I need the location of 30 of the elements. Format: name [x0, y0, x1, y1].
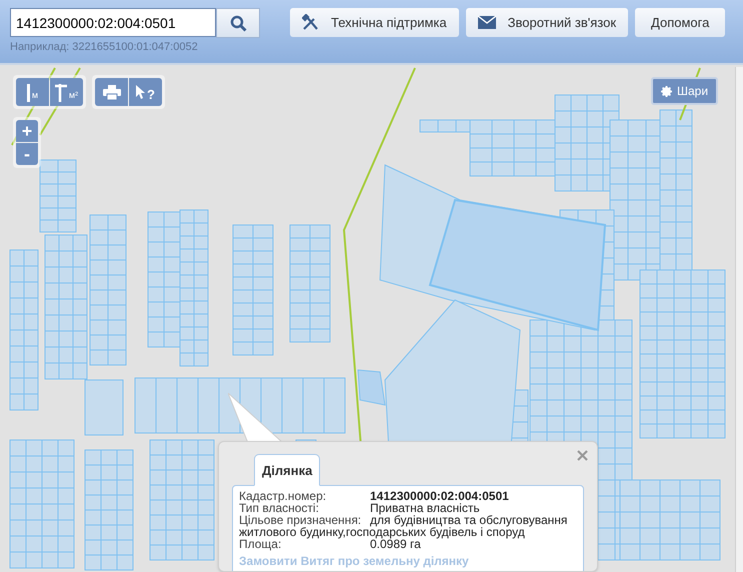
search-button[interactable] — [216, 8, 260, 38]
area-button[interactable]: м² — [50, 78, 83, 106]
search-field[interactable]: 1412300000:02:004:0501 — [10, 8, 216, 37]
zoom-out-button[interactable]: - — [16, 143, 38, 165]
envelope-icon — [478, 16, 496, 29]
field-row-text: Кадастр.номер: 1412300000:02:004:0501 — [239, 490, 510, 502]
extract-order-link[interactable]: Замовити Витяг про земельну ділянку — [239, 554, 577, 568]
popup-tab[interactable]: Ділянка — [254, 454, 320, 486]
distance-button[interactable]: м — [16, 78, 49, 106]
field-row-text: Тип власності: Приватна власність — [239, 502, 481, 514]
support-button[interactable]: Технічна підтримка — [290, 8, 459, 37]
field-row-text: Цільове призначення: для будівництва та обслуговування житлового будинку,господарських будівель і споруд — [239, 514, 568, 538]
print-button[interactable] — [95, 78, 128, 106]
ruler-line-icon — [26, 84, 30, 102]
layers-button[interactable]: Шари — [651, 77, 718, 105]
search-icon — [230, 14, 246, 32]
feedback-button[interactable]: Зворотний зв'язок — [466, 8, 628, 37]
help-button[interactable]: Допомога — [635, 8, 726, 37]
gear-icon — [661, 86, 672, 96]
tools-icon — [302, 14, 319, 31]
printer-icon — [102, 84, 120, 100]
ruler-tee-icon — [54, 84, 67, 102]
close-icon — [576, 450, 588, 460]
cursor-icon — [136, 84, 146, 100]
field-row-text: Площа: 0.0989 га — [239, 538, 421, 550]
identify-button[interactable]: ? — [129, 78, 162, 106]
zoom-in-button[interactable]: + — [16, 120, 38, 142]
close-button[interactable] — [575, 448, 589, 462]
search-example-text: Наприклад: 3221655100:01:047:0052 — [10, 40, 199, 55]
map-scrollbar[interactable] — [735, 67, 743, 572]
